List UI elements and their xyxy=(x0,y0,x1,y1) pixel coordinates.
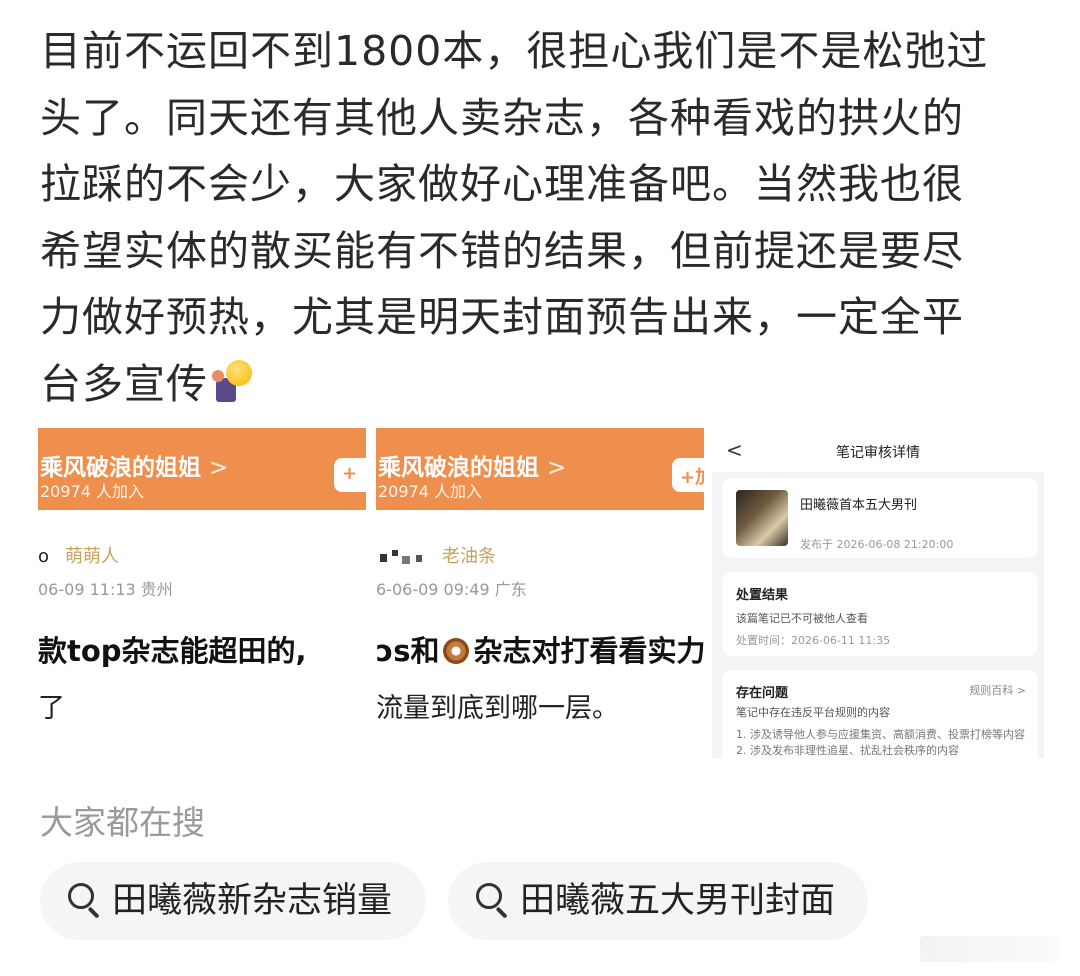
watermark xyxy=(920,936,1060,962)
result-heading: 处置结果 xyxy=(736,588,789,603)
author-row: 老油条 xyxy=(376,542,496,568)
topic-banner[interactable]: 乘风破浪的姐姐> 20974 人加入 +加 xyxy=(376,428,704,510)
post-timestamp: 6-06-09 09:49 广东 xyxy=(376,580,527,599)
issue-card: 存在问题 规则百科 > 笔记中存在违反平台规则的内容 1. 涉及诱导他人参与应援… xyxy=(722,670,1038,758)
person-lightbulb-emoji-icon xyxy=(212,359,252,404)
search-suggestion-chip[interactable]: 田曦薇新杂志销量 xyxy=(40,862,426,940)
post-line: 拉踩的不会少，大家做好心理准备吧。当然我也很 xyxy=(40,160,964,208)
author-row: o 萌萌人 xyxy=(38,542,119,568)
author-nickname[interactable]: 萌萌人 xyxy=(65,546,119,567)
issue-heading: 存在问题 xyxy=(736,686,789,701)
pixelated-avatar-icon xyxy=(376,550,426,564)
topic-member-count: 20974 人加入 xyxy=(40,482,144,501)
search-icon xyxy=(68,883,102,919)
embedded-screenshot-1[interactable]: 乘风破浪的姐姐 > 20974 人加入 + o 萌萌人 06-09 11:13 贵州… xyxy=(38,428,366,758)
post-text-line: 了 xyxy=(38,693,65,724)
chevron-right-icon: > xyxy=(547,455,567,481)
post-body: 目前不运回不到1800本，很担心我们是不是松弛过 头了。同天还有其他人卖杂志，各… xyxy=(40,18,1040,417)
result-card: 处置结果 该篇笔记已不可被他人查看 处置时间：2026-06-11 11:35 xyxy=(722,572,1038,656)
post-title-part: ɔs和 xyxy=(376,634,440,668)
search-suggestion-chip[interactable]: 田曦薇五大男刊封面 xyxy=(448,862,868,940)
author-avatar-fragment: o xyxy=(38,546,50,567)
post-line-last: 台多宣传 xyxy=(40,351,1040,418)
page-title: 笔记审核详情 xyxy=(836,445,920,461)
search-section-heading: 大家都在搜 xyxy=(40,803,205,842)
issue-item: 2. 涉及发布非理性追星、扰乱社会秩序的内容 xyxy=(736,744,959,757)
embedded-screenshot-2[interactable]: 乘风破浪的姐姐> 20974 人加入 +加 老油条 6-06-09 09:49 … xyxy=(376,428,704,758)
rules-link[interactable]: 规则百科 > xyxy=(969,682,1026,698)
nav-bar: < 笔记审核详情 xyxy=(712,428,1044,472)
chevron-right-icon: > xyxy=(209,455,229,481)
topic-member-count: 20974 人加入 xyxy=(378,482,482,501)
post-text-line: 流量到底到哪一层。 xyxy=(376,693,619,724)
topic-banner[interactable]: 乘风破浪的姐姐 > 20974 人加入 + xyxy=(38,428,366,510)
result-time: 处置时间：2026-06-11 11:35 xyxy=(736,634,891,647)
search-suggestion-label: 田曦薇五大男刊封面 xyxy=(520,881,836,921)
note-publish-time: 发布于 2026-06-08 21:20:00 xyxy=(800,538,954,551)
post-line: 力做好预热，尤其是明天封面预告出来，一定全平 xyxy=(40,293,964,341)
post-line: 希望实体的散买能有不错的结果，但前提还是要尽 xyxy=(40,226,964,275)
join-button[interactable]: +加 xyxy=(672,458,704,492)
embedded-screenshot-3[interactable]: < 笔记审核详情 田曦薇首本五大男刊 发布于 2026-06-08 21:20:… xyxy=(712,428,1044,758)
search-suggestion-label: 田曦薇新杂志销量 xyxy=(112,881,393,921)
note-title: 田曦薇首本五大男刊 xyxy=(800,498,918,513)
search-icon xyxy=(476,883,510,919)
post-line: 头了。同天还有其他人卖杂志，各种看戏的拱火的 xyxy=(40,93,964,142)
post-title-part: 杂志对打看看实力 xyxy=(473,634,704,668)
issue-description: 笔记中存在违反平台规则的内容 xyxy=(736,706,890,719)
result-text: 该篇笔记已不可被他人查看 xyxy=(736,612,868,625)
author-nickname[interactable]: 老油条 xyxy=(442,546,496,567)
donut-emoji-icon xyxy=(443,638,470,664)
post-title: 款top杂志能超田的, xyxy=(38,634,307,668)
note-card[interactable]: 田曦薇首本五大男刊 发布于 2026-06-08 21:20:00 xyxy=(722,478,1038,558)
issue-item: 1. 涉及诱导他人参与应援集资、高额消费、投票打榜等内容 xyxy=(736,728,1025,741)
post-line: 台多宣传 xyxy=(40,359,208,408)
post-title: ɔs和 杂志对打看看实力 xyxy=(376,628,704,670)
note-thumbnail xyxy=(736,490,788,546)
post-line: 目前不运回不到1800本，很担心我们是不是松弛过 xyxy=(40,27,989,75)
join-button[interactable]: + xyxy=(334,458,366,492)
post-timestamp: 06-09 11:13 贵州 xyxy=(38,580,173,599)
